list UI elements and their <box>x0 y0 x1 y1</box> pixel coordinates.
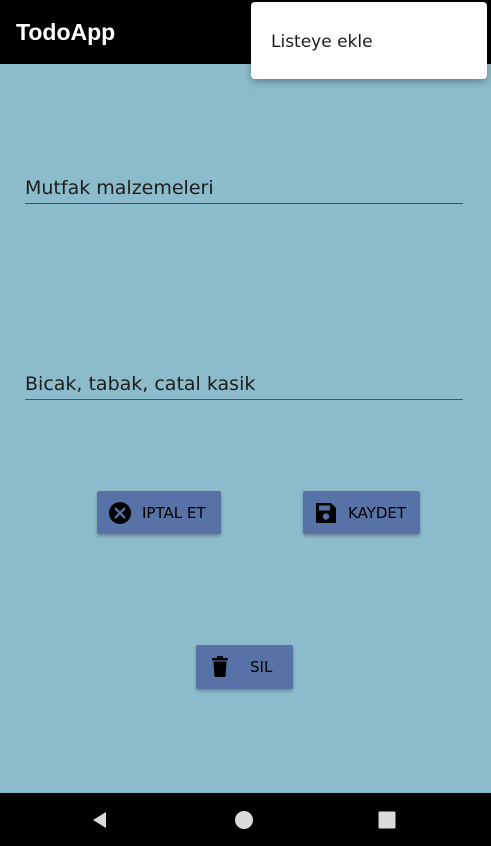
title-field[interactable]: Mutfak malzemeleri <box>25 173 463 204</box>
nav-back-button[interactable] <box>84 804 116 836</box>
cancel-circle-icon <box>108 501 132 525</box>
trash-icon <box>208 655 232 679</box>
recents-square-icon <box>378 811 396 828</box>
menu-item-add-to-list[interactable]: Listeye ekle <box>251 2 487 79</box>
save-button-label: KAYDET <box>348 503 407 522</box>
cancel-button-label: IPTAL ET <box>142 503 206 522</box>
back-triangle-icon <box>93 811 106 828</box>
todo-edit-screen: TodoApp Listeye ekle Mutfak malzemeleri … <box>0 0 491 846</box>
system-nav-bar <box>0 793 491 846</box>
cancel-button[interactable]: IPTAL ET <box>97 491 221 534</box>
app-title: TodoApp <box>16 19 116 45</box>
nav-recents-button[interactable] <box>371 804 403 836</box>
overflow-menu: Listeye ekle <box>251 2 487 79</box>
delete-button[interactable]: SIL <box>196 645 293 689</box>
menu-item-label: Listeye ekle <box>271 32 373 52</box>
home-circle-icon <box>235 810 253 829</box>
title-field-value: Mutfak malzemeleri <box>25 177 214 199</box>
description-field[interactable]: Bicak, tabak, catal kasik <box>25 369 463 400</box>
delete-button-label: SIL <box>250 658 273 676</box>
save-button[interactable]: KAYDET <box>303 491 420 534</box>
nav-home-button[interactable] <box>228 804 260 836</box>
floppy-disk-icon <box>314 501 338 525</box>
description-field-value: Bicak, tabak, catal kasik <box>25 373 256 395</box>
